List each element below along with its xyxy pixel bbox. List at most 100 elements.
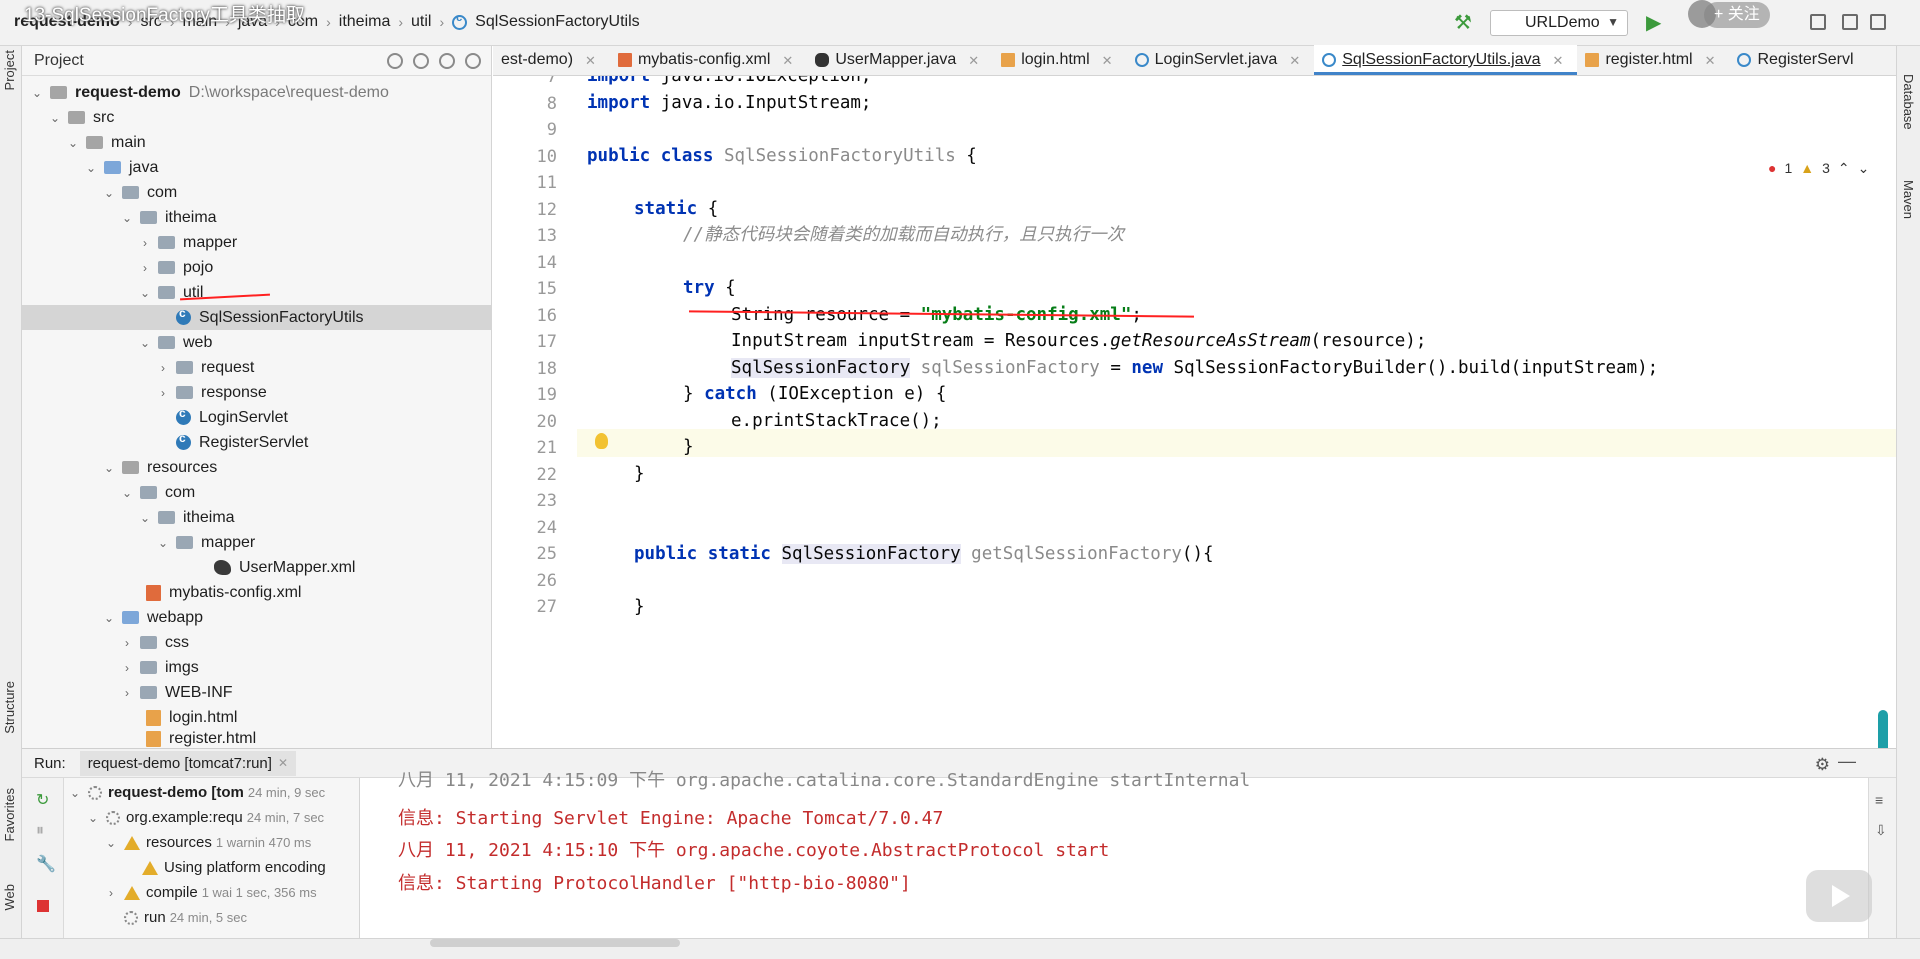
console-output[interactable]: 八月 11, 2021 4:15:09 下午 org.apache.catali… — [360, 770, 1896, 938]
tab-mybatis-config[interactable]: mybatis-config.xml ✕ — [610, 45, 807, 75]
tree-item-util[interactable]: ⌄ util — [22, 280, 492, 305]
tree-item-pojo[interactable]: › pojo — [22, 255, 492, 280]
run-tree-item[interactable]: ⌄ org.example:requ 24 min, 7 sec — [86, 805, 382, 830]
close-icon[interactable]: ✕ — [585, 53, 596, 69]
close-icon[interactable]: ✕ — [782, 53, 793, 69]
horizontal-scrollbar[interactable] — [430, 939, 680, 947]
tool-tab-maven[interactable]: Maven — [1901, 180, 1916, 219]
tool-tab-structure[interactable]: Structure — [2, 681, 17, 734]
tree-item-mapper[interactable]: › mapper — [22, 230, 492, 255]
rerun-icon[interactable]: ↻ — [36, 790, 49, 810]
tree-item-login-html[interactable]: login.html — [22, 705, 492, 730]
tab-request-demo[interactable]: est-demo) ✕ — [493, 45, 610, 75]
chevron-down-icon[interactable]: ⌄ — [86, 811, 100, 825]
close-icon[interactable]: ✕ — [1553, 53, 1564, 69]
code-editor[interactable]: 7 8 9 10 11 12 13 14 15 16 17 18 19 20 2… — [493, 76, 1896, 748]
chevron-down-icon[interactable]: ⌄ — [102, 461, 116, 475]
breadcrumb-item-util[interactable]: util — [411, 13, 431, 31]
project-panel-title[interactable]: Project — [34, 52, 84, 70]
run-tree-item[interactable]: ⌄ resources 1 warnin 470 ms — [104, 830, 400, 855]
stop-icon[interactable] — [37, 900, 49, 912]
close-icon[interactable]: ✕ — [1102, 53, 1113, 69]
collapse-all-icon[interactable] — [413, 52, 429, 69]
pause-icon[interactable]: ⏸ — [36, 822, 44, 840]
search-icon[interactable] — [1870, 14, 1886, 30]
tree-item-res-itheima[interactable]: ⌄ itheima — [22, 505, 492, 530]
video-play-icon[interactable] — [1806, 870, 1872, 922]
chevron-down-icon[interactable]: ⌄ — [66, 136, 80, 150]
hide-icon[interactable] — [465, 52, 481, 69]
tree-item-usermapper-xml[interactable]: UserMapper.xml — [22, 555, 492, 580]
chevron-right-icon[interactable]: › — [104, 886, 118, 900]
breadcrumb-item-class[interactable]: SqlSessionFactoryUtils — [475, 13, 640, 31]
chevron-down-icon[interactable]: ⌄ — [102, 611, 116, 625]
tree-item-main[interactable]: ⌄ main — [22, 130, 492, 155]
breadcrumb-item-itheima[interactable]: itheima — [339, 13, 391, 31]
chevron-down-icon[interactable]: ⌄ — [138, 336, 152, 350]
close-icon[interactable]: ✕ — [278, 756, 288, 770]
chevron-right-icon[interactable]: › — [156, 361, 170, 375]
chevron-down-icon[interactable]: ⌄ — [1858, 160, 1870, 177]
tree-item-com[interactable]: ⌄ com — [22, 180, 492, 205]
chevron-down-icon[interactable]: ⌄ — [84, 161, 98, 175]
chevron-right-icon[interactable]: › — [120, 661, 134, 675]
tree-item-src[interactable]: ⌄ src — [22, 105, 492, 130]
chevron-down-icon[interactable]: ⌄ — [120, 211, 134, 225]
lightbulb-icon[interactable] — [595, 433, 608, 449]
tree-item-resources[interactable]: ⌄ resources — [22, 455, 492, 480]
tree-item-web-inf[interactable]: › WEB-INF — [22, 680, 492, 705]
chevron-down-icon[interactable]: ⌄ — [138, 286, 152, 300]
chevron-right-icon[interactable]: › — [156, 386, 170, 400]
tab-register-html[interactable]: register.html ✕ — [1577, 45, 1729, 75]
locate-icon[interactable] — [387, 52, 403, 69]
chevron-right-icon[interactable]: › — [138, 261, 152, 275]
close-icon[interactable]: ✕ — [1289, 53, 1300, 69]
inspection-widget[interactable]: ● 1 ▲ 3 ⌃ ⌄ — [1768, 160, 1869, 177]
tree-item-request[interactable]: › request — [22, 355, 492, 380]
soft-wrap-icon[interactable]: ≡ — [1875, 792, 1883, 808]
tree-item-res-mapper[interactable]: ⌄ mapper — [22, 530, 492, 555]
chevron-down-icon[interactable]: ⌄ — [138, 511, 152, 525]
chevron-right-icon[interactable]: › — [120, 636, 134, 650]
tree-item-loginservlet[interactable]: LoginServlet — [22, 405, 492, 430]
gear-icon[interactable] — [439, 52, 455, 69]
chevron-down-icon[interactable]: ⌄ — [156, 536, 170, 550]
run-tree-item[interactable]: ⌄ request-demo [tom 24 min, 9 sec — [68, 780, 364, 805]
tool-tab-project[interactable]: Project — [2, 50, 17, 90]
settings-icon[interactable] — [1842, 14, 1858, 30]
tree-item-web[interactable]: ⌄ web — [22, 330, 492, 355]
minimize-icon[interactable]: — — [1838, 751, 1856, 772]
follow-button[interactable]: + 关注 — [1704, 2, 1770, 28]
tab-login-html[interactable]: login.html ✕ — [993, 45, 1126, 75]
chevron-down-icon[interactable]: ⌄ — [104, 836, 118, 850]
close-icon[interactable]: ✕ — [1705, 53, 1716, 69]
close-icon[interactable]: ✕ — [968, 53, 979, 69]
scroll-to-end-icon[interactable]: ⇩ — [1875, 822, 1887, 839]
tool-tab-favorites[interactable]: Favorites — [2, 788, 17, 841]
chevron-down-icon[interactable]: ⌄ — [120, 486, 134, 500]
tree-item-register-html[interactable]: register.html — [22, 730, 492, 748]
chevron-down-icon[interactable]: ⌄ — [68, 786, 82, 800]
tab-sqlsessionfactoryutils[interactable]: SqlSessionFactoryUtils.java ✕ — [1314, 45, 1578, 75]
tree-item-webapp[interactable]: ⌄ webapp — [22, 605, 492, 630]
gear-icon[interactable]: ⚙ — [1815, 755, 1830, 775]
tree-item-sqlsessionfactoryutils[interactable]: SqlSessionFactoryUtils — [22, 305, 492, 330]
run-play-icon[interactable]: ▶ — [1646, 10, 1661, 35]
window-icon[interactable] — [1810, 14, 1826, 30]
tab-loginservlet[interactable]: LoginServlet.java ✕ — [1127, 45, 1315, 75]
tree-item-itheima[interactable]: ⌄ itheima — [22, 205, 492, 230]
wrench-icon[interactable]: 🔧 — [36, 854, 56, 874]
tree-item-res-com[interactable]: ⌄ com — [22, 480, 492, 505]
chevron-down-icon[interactable]: ⌄ — [48, 111, 62, 125]
tool-tab-web[interactable]: Web — [2, 884, 17, 911]
chevron-right-icon[interactable]: › — [138, 236, 152, 250]
chevron-right-icon[interactable]: › — [120, 686, 134, 700]
tree-item-java[interactable]: ⌄ java — [22, 155, 492, 180]
tab-registerservlet[interactable]: RegisterServl — [1729, 45, 1867, 75]
chevron-down-icon[interactable]: ⌄ — [30, 86, 44, 100]
tree-item-project-root[interactable]: ⌄ request-demo D:\workspace\request-demo — [22, 80, 492, 105]
run-configuration-select[interactable]: URLDemo ▼ — [1490, 10, 1628, 36]
tree-item-response[interactable]: › response — [22, 380, 492, 405]
tree-item-registerservlet[interactable]: RegisterServlet — [22, 430, 492, 455]
chevron-up-icon[interactable]: ⌃ — [1838, 160, 1850, 177]
